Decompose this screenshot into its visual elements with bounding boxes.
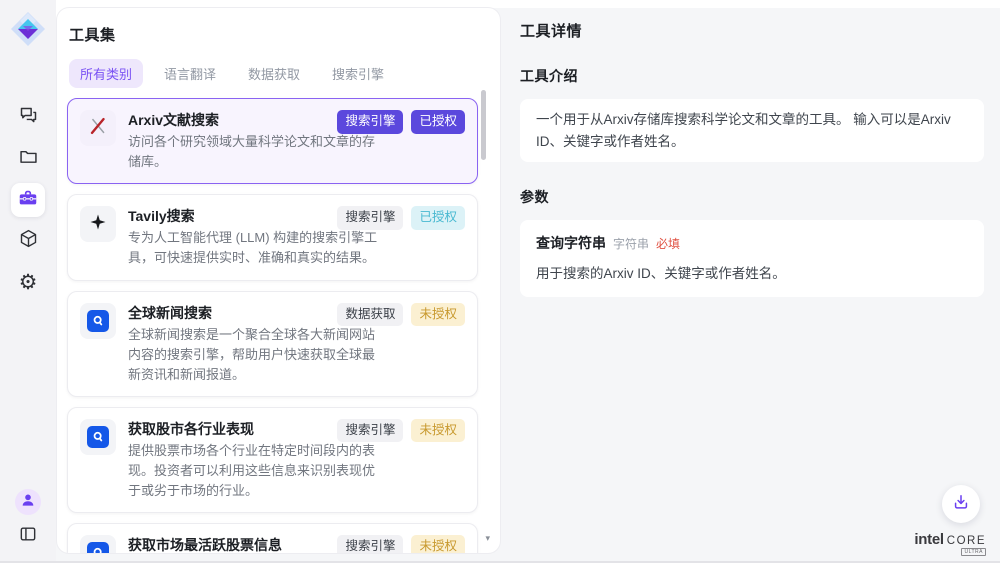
category-badge: 数据获取: [337, 303, 403, 327]
tool-icon-tile: [80, 206, 116, 242]
tab-search-engine[interactable]: 搜索引擎: [321, 59, 395, 88]
category-badge: 搜索引擎: [337, 535, 403, 553]
blue-search-icon: [87, 426, 109, 448]
app-logo-icon: [9, 10, 47, 53]
icon-sidebar: ⚙: [0, 0, 56, 561]
toolbox-icon: [17, 187, 39, 214]
sidebar-item-files[interactable]: [11, 142, 45, 176]
category-badge: 搜索引擎: [337, 110, 403, 134]
download-button[interactable]: [942, 485, 980, 523]
tool-icon-tile: [80, 110, 116, 146]
brand-series: core: [947, 535, 986, 547]
chat-icon: [18, 105, 39, 131]
auth-status-badge: 已授权: [411, 206, 465, 230]
tool-card-tavily[interactable]: Tavily搜索 专为人工智能代理 (LLM) 构建的搜索引擎工具，可快速提供实…: [67, 194, 478, 280]
tab-data-fetch[interactable]: 数据获取: [237, 59, 311, 88]
tab-translation[interactable]: 语言翻译: [153, 59, 227, 88]
blue-search-icon: [87, 310, 109, 332]
auth-status-badge: 未授权: [411, 535, 465, 553]
user-avatar[interactable]: [15, 489, 41, 515]
brand-tier-badge: ultra: [961, 548, 986, 556]
panel-toggle-button[interactable]: [18, 524, 38, 549]
blue-search-icon: [87, 542, 109, 553]
list-scrollbar-thumb[interactable]: [481, 90, 486, 160]
app-window: ⚙: [0, 0, 1000, 563]
category-badge: 搜索引擎: [337, 206, 403, 230]
tavily-star-icon: [88, 212, 108, 237]
intel-core-logo: intelcore ultra: [914, 531, 986, 549]
tool-icon-tile: [80, 303, 116, 339]
params-heading: 参数: [520, 187, 984, 207]
cube-icon: [18, 228, 39, 254]
gear-icon: ⚙: [19, 272, 38, 293]
tool-description: 全球新闻搜索是一个聚合全球各大新闻网站内容的搜索引擎，帮助用户快速获取全球最新资…: [128, 325, 378, 385]
category-badge: 搜索引擎: [337, 419, 403, 443]
user-icon: [20, 492, 36, 513]
folder-icon: [18, 146, 39, 172]
tool-card-arxiv[interactable]: Arxiv文献搜索 访问各个研究领域大量科学论文和文章的存储库。 搜索引擎 已授…: [67, 98, 478, 184]
tool-icon-tile: [80, 419, 116, 455]
parameter-type: 字符串: [613, 235, 649, 252]
sidebar-item-settings[interactable]: ⚙: [11, 265, 45, 299]
tool-details-panel: 工具详情 工具介绍 一个用于从Arxiv存储库搜索科学论文和文章的工具。 输入可…: [505, 8, 1000, 561]
scroll-down-icon[interactable]: ▾: [485, 533, 490, 544]
sidebar-item-tools[interactable]: [11, 183, 45, 217]
brand-name: intel: [914, 531, 943, 548]
tools-panel: 工具集 所有类别 语言翻译 数据获取 搜索引擎: [57, 8, 500, 553]
parameter-card: 查询字符串 字符串 必填 用于搜索的Arxiv ID、关键字或作者姓名。: [520, 220, 984, 297]
main-area: 工具集 所有类别 语言翻译 数据获取 搜索引擎: [56, 8, 1000, 561]
arxiv-x-icon: [87, 115, 109, 142]
details-title: 工具详情: [520, 20, 984, 41]
auth-status-badge: 未授权: [411, 419, 465, 443]
parameter-name: 查询字符串: [536, 233, 606, 253]
parameter-description: 用于搜索的Arxiv ID、关键字或作者姓名。: [536, 262, 968, 282]
intro-card: 一个用于从Arxiv存储库搜索科学论文和文章的工具。 输入可以是Arxiv ID…: [520, 99, 984, 162]
required-badge: 必填: [656, 235, 680, 252]
tool-card-sector-performance[interactable]: 获取股市各行业表现 提供股票市场各个行业在特定时间段内的表现。投资者可以利用这些…: [67, 407, 478, 513]
tool-card-global-news[interactable]: 全球新闻搜索 全球新闻搜索是一个聚合全球各大新闻网站内容的搜索引擎，帮助用户快速…: [67, 291, 478, 397]
tools-panel-title: 工具集: [57, 8, 500, 45]
intro-heading: 工具介绍: [520, 66, 984, 86]
category-tabs: 所有类别 语言翻译 数据获取 搜索引擎: [69, 59, 500, 88]
sidebar-item-packages[interactable]: [11, 224, 45, 258]
tool-card-active-stocks[interactable]: 获取市场最活跃股票信息 提供当天交易量最高的股票列表，投资者可以利用这些信息来识…: [67, 523, 478, 553]
download-icon: [951, 492, 971, 517]
tool-description: 访问各个研究领域大量科学论文和文章的存储库。: [128, 132, 378, 172]
auth-status-badge: 未授权: [411, 303, 465, 327]
sidebar-item-chat[interactable]: [11, 101, 45, 135]
tool-icon-tile: [80, 535, 116, 553]
tab-all-categories[interactable]: 所有类别: [69, 59, 143, 88]
tool-card-list: Arxiv文献搜索 访问各个研究领域大量科学论文和文章的存储库。 搜索引擎 已授…: [67, 98, 490, 553]
tool-description: 提供股票市场各个行业在特定时间段内的表现。投资者可以利用这些信息来识别表现优于或…: [128, 441, 378, 501]
auth-status-badge: 已授权: [411, 110, 465, 134]
panel-toggle-icon: [18, 531, 38, 548]
tool-description: 专为人工智能代理 (LLM) 构建的搜索引擎工具，可快速提供实时、准确和真实的结…: [128, 228, 378, 268]
